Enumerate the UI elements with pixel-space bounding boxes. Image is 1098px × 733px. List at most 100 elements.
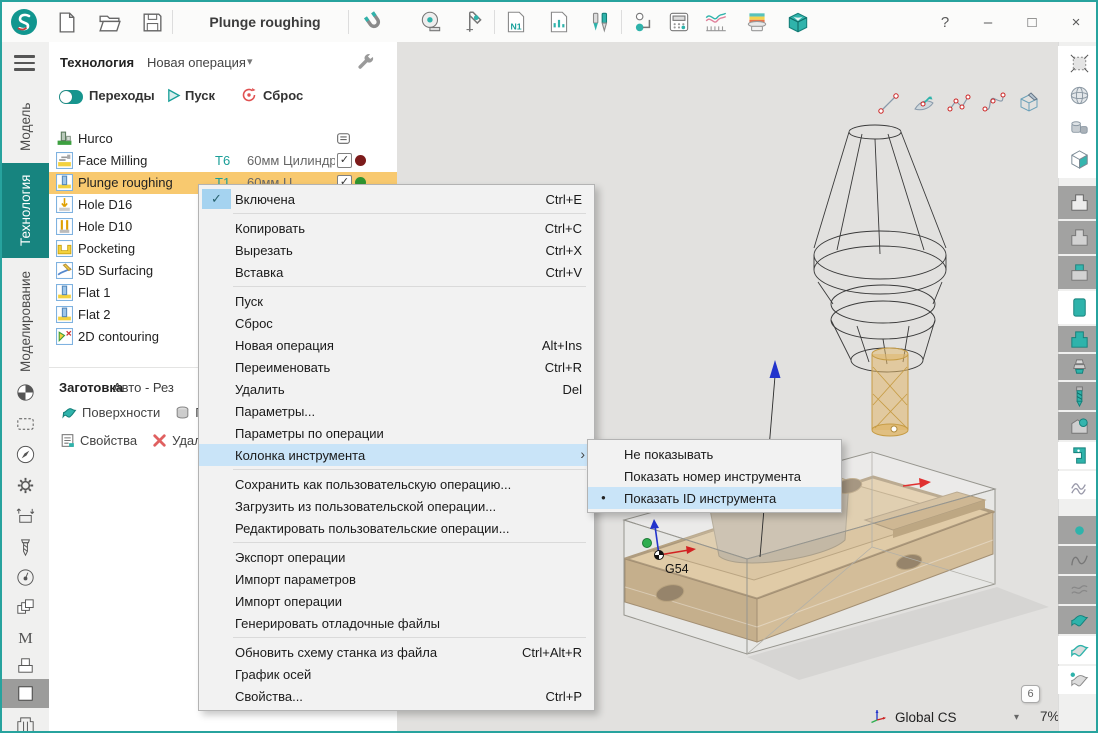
report-icon[interactable]: [545, 8, 573, 36]
reset-label[interactable]: Сброс: [263, 88, 303, 103]
transitions-label[interactable]: Переходы: [89, 88, 155, 103]
cs-selector[interactable]: Global CS: [895, 710, 957, 725]
context-menu-item[interactable]: ПереименоватьCtrl+R: [199, 356, 594, 378]
point-icon[interactable]: [1058, 516, 1098, 544]
context-menu-item[interactable]: КопироватьCtrl+C: [199, 217, 594, 239]
gauge-icon[interactable]: [2, 563, 49, 592]
datum-circle-icon[interactable]: [2, 378, 49, 407]
calculator-icon[interactable]: [665, 8, 693, 36]
context-menu-item[interactable]: Генерировать отладочные файлы: [199, 612, 594, 634]
nav-tab-1[interactable]: Технология: [2, 163, 49, 258]
context-menu-item[interactable]: ВставкаCtrl+V: [199, 261, 594, 283]
context-menu-item[interactable]: Обновить схему станка из файлаCtrl+Alt+R: [199, 641, 594, 663]
selection-rect-icon[interactable]: [2, 409, 49, 438]
fit-view-icon[interactable]: [1058, 48, 1098, 78]
workpiece-solid-icon[interactable]: [1058, 221, 1098, 254]
process-node-icon[interactable]: [630, 8, 658, 36]
flag-dot-icon[interactable]: [1058, 666, 1098, 694]
context-menu-item[interactable]: ВырезатьCtrl+X: [199, 239, 594, 261]
nav-tab-2[interactable]: Моделирование: [2, 261, 49, 382]
hamburger-menu-icon[interactable]: [14, 55, 35, 75]
context-menu-item[interactable]: Параметры по операции: [199, 422, 594, 444]
submenu-item[interactable]: Не показывать: [588, 443, 841, 465]
context-menu-item[interactable]: Сохранить как пользовательскую операцию.…: [199, 473, 594, 495]
square-tool-icon[interactable]: [2, 679, 49, 708]
context-menu-item[interactable]: Новая операцияAlt+Ins: [199, 334, 594, 356]
run-icon[interactable]: [166, 88, 181, 103]
layered-cone-icon[interactable]: [1058, 354, 1098, 380]
wrench-icon[interactable]: [355, 52, 377, 74]
context-menu-item[interactable]: Импорт операции: [199, 590, 594, 612]
polyline-icon[interactable]: [945, 89, 973, 117]
drill-tool-icon[interactable]: [1058, 382, 1098, 410]
flag-outline-icon[interactable]: [1058, 636, 1098, 664]
magnet-icon[interactable]: [360, 8, 388, 36]
isometric-view-icon[interactable]: [1058, 144, 1098, 174]
curve-icon[interactable]: [1058, 546, 1098, 574]
context-menu-item[interactable]: График осей: [199, 663, 594, 685]
workpiece-outline-icon[interactable]: [1058, 186, 1098, 219]
flag-filled-icon[interactable]: [1058, 606, 1098, 634]
layers-icon[interactable]: [2, 593, 49, 622]
context-menu-item[interactable]: ✓ВключенаCtrl+E: [199, 188, 594, 210]
caliper-icon[interactable]: [459, 8, 487, 36]
new-document-button[interactable]: [52, 8, 80, 36]
context-menu-item[interactable]: Импорт параметров: [199, 568, 594, 590]
transitions-toggle[interactable]: [59, 90, 83, 104]
workpiece-setup-icon[interactable]: [2, 502, 49, 531]
context-menu-item[interactable]: Экспорт операции: [199, 546, 594, 568]
new-operation-dropdown[interactable]: Новая операция: [147, 55, 246, 70]
tool-drill-icon[interactable]: [2, 533, 49, 562]
save-button[interactable]: [138, 8, 166, 36]
submenu-item[interactable]: Показать номер инструмента: [588, 465, 841, 487]
cabinet-icon[interactable]: [2, 711, 49, 733]
run-label[interactable]: Пуск: [185, 88, 215, 103]
context-menu-item[interactable]: Редактировать пользовательские операции.…: [199, 517, 594, 539]
toolpath-icon[interactable]: [1058, 471, 1098, 499]
context-menu-item[interactable]: УдалитьDel: [199, 378, 594, 400]
help-button[interactable]: ?: [927, 2, 963, 42]
m-code-icon[interactable]: M: [2, 623, 49, 652]
graph-icon[interactable]: [702, 8, 730, 36]
tools-icon[interactable]: [586, 8, 614, 36]
reset-icon[interactable]: [241, 87, 257, 103]
machine-part-icon[interactable]: [1058, 442, 1098, 469]
part-fixture-icon[interactable]: [1058, 412, 1098, 440]
workpiece-button[interactable]: Свойства: [80, 433, 137, 448]
submenu-item[interactable]: ●Показать ID инструмента: [588, 487, 841, 509]
context-menu-item[interactable]: Параметры...: [199, 400, 594, 422]
chevron-down-icon[interactable]: ▾: [1014, 712, 1019, 723]
compass-icon[interactable]: [2, 440, 49, 469]
workpiece-mode[interactable]: Авто - Рез: [113, 380, 174, 395]
close-button[interactable]: ×: [1058, 2, 1094, 42]
surface-normal-icon[interactable]: [910, 89, 938, 117]
minimize-button[interactable]: –: [970, 2, 1006, 42]
waves-outline-icon[interactable]: [1058, 576, 1098, 604]
machining-box-icon[interactable]: [784, 8, 812, 36]
tree-row[interactable]: Face MillingT660мм Цилиндр✓: [49, 150, 397, 172]
nc-program-icon[interactable]: N1: [502, 8, 530, 36]
measure-tape-icon[interactable]: [417, 8, 445, 36]
spline-icon[interactable]: [980, 89, 1008, 117]
sketch-cube-icon[interactable]: [1015, 89, 1043, 117]
enabled-checkbox[interactable]: ✓: [337, 153, 352, 168]
maximize-button[interactable]: □: [1014, 2, 1050, 42]
context-menu-item[interactable]: Сброс: [199, 312, 594, 334]
shaded-view-icon[interactable]: [1058, 112, 1098, 142]
press-icon[interactable]: [2, 651, 49, 680]
context-menu-item[interactable]: Пуск: [199, 290, 594, 312]
chevron-down-icon[interactable]: ▾: [247, 55, 253, 68]
tree-row[interactable]: Hurco: [49, 128, 397, 150]
workpiece-cylinder-icon[interactable]: [1058, 291, 1098, 324]
context-menu-item[interactable]: Свойства...Ctrl+P: [199, 685, 594, 707]
workpiece-top-icon[interactable]: [1058, 256, 1098, 289]
line-icon[interactable]: [875, 89, 903, 117]
layers-stack-icon[interactable]: [743, 8, 771, 36]
wireframe-sphere-icon[interactable]: [1058, 80, 1098, 110]
context-menu-item[interactable]: Загрузить из пользовательской операции..…: [199, 495, 594, 517]
workpiece-teal-icon[interactable]: [1058, 326, 1098, 352]
nav-tab-0[interactable]: Модель: [2, 94, 49, 160]
open-folder-button[interactable]: [95, 8, 123, 36]
context-menu-item[interactable]: Колонка инструмента›: [199, 444, 594, 466]
doc-stack-icon[interactable]: [335, 130, 352, 147]
